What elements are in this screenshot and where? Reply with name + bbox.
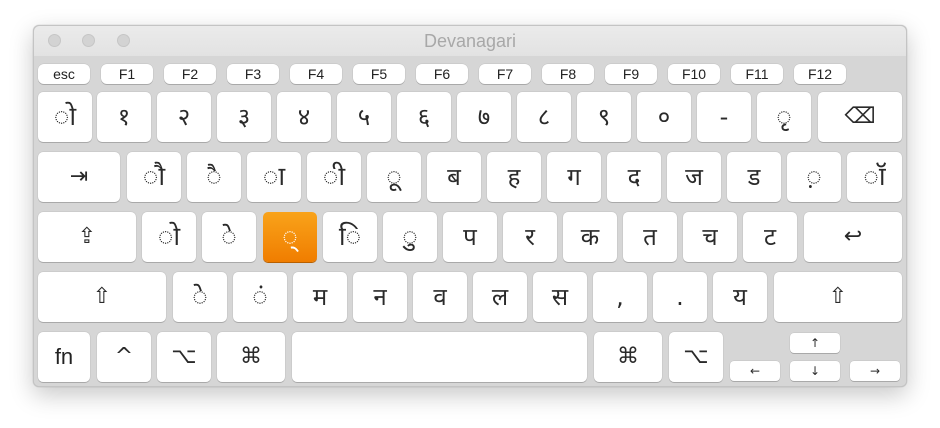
arrow-up-icon: ↑ bbox=[809, 336, 821, 350]
key-au-matra[interactable]: ◌ौ bbox=[127, 152, 181, 202]
key-fn[interactable]: fn bbox=[38, 332, 90, 382]
key-sa[interactable]: स bbox=[533, 272, 587, 322]
return-icon: ↩ bbox=[843, 224, 863, 249]
key-f2[interactable]: F2 bbox=[164, 64, 216, 84]
key-6[interactable]: ६ bbox=[397, 92, 451, 142]
arrow-down-icon: ↓ bbox=[809, 364, 821, 378]
key-f1[interactable]: F1 bbox=[101, 64, 153, 84]
key-ka[interactable]: क bbox=[563, 212, 617, 262]
key-caps-lock[interactable]: ⇪ bbox=[38, 212, 136, 262]
key-command[interactable]: ⌘ bbox=[217, 332, 285, 382]
key-nukta[interactable]: ◌़ bbox=[787, 152, 841, 202]
key-uu-matra[interactable]: ◌ू bbox=[367, 152, 421, 202]
key-5[interactable]: ५ bbox=[337, 92, 391, 142]
key-ja[interactable]: ज bbox=[667, 152, 721, 202]
key-e-matra[interactable]: ◌े bbox=[202, 212, 256, 262]
key-ha[interactable]: ह bbox=[487, 152, 541, 202]
keyboard-viewer-window: Devanagari esc F1 F2 F3 F4 F5 F6 F7 F8 F… bbox=[33, 25, 907, 387]
key-return[interactable]: ↩ bbox=[804, 212, 902, 262]
key-minus[interactable]: - bbox=[697, 92, 751, 142]
key-f7[interactable]: F7 bbox=[479, 64, 531, 84]
delete-icon: ⌫ bbox=[844, 104, 876, 129]
key-ai-matra[interactable]: ◌ै bbox=[187, 152, 241, 202]
key-4[interactable]: ४ bbox=[277, 92, 331, 142]
key-left-shift[interactable]: ⇧ bbox=[38, 272, 166, 322]
key-ii-matra[interactable]: ◌ी bbox=[307, 152, 361, 202]
key-ya[interactable]: य bbox=[713, 272, 767, 322]
key-u-matra[interactable]: ◌ु bbox=[383, 212, 437, 262]
arrow-left-icon: ← bbox=[749, 364, 761, 378]
key-right-shift[interactable]: ⇧ bbox=[774, 272, 902, 322]
key-2[interactable]: २ bbox=[157, 92, 211, 142]
key-f12[interactable]: F12 bbox=[794, 64, 846, 84]
key-ma[interactable]: म bbox=[293, 272, 347, 322]
key-dda[interactable]: ड bbox=[727, 152, 781, 202]
key-na[interactable]: न bbox=[353, 272, 407, 322]
key-virama-highlighted[interactable]: ◌् bbox=[263, 212, 317, 262]
key-f8[interactable]: F8 bbox=[542, 64, 594, 84]
title-bar: Devanagari bbox=[34, 26, 906, 60]
key-pa[interactable]: प bbox=[443, 212, 497, 262]
key-candra-o[interactable]: ◌ॉ bbox=[847, 152, 902, 202]
key-f5[interactable]: F5 bbox=[353, 64, 405, 84]
key-period[interactable]: . bbox=[653, 272, 707, 322]
key-ta[interactable]: त bbox=[623, 212, 677, 262]
shift-icon: ⇧ bbox=[92, 284, 112, 309]
key-va[interactable]: व bbox=[413, 272, 467, 322]
key-f4[interactable]: F4 bbox=[290, 64, 342, 84]
key-ri-matra[interactable]: ◌ृ bbox=[757, 92, 811, 142]
key-la[interactable]: ल bbox=[473, 272, 527, 322]
key-i-matra[interactable]: ◌ि bbox=[323, 212, 377, 262]
window-title: Devanagari bbox=[423, 31, 517, 51]
keyboard: esc F1 F2 F3 F4 F5 F6 F7 F8 F9 F10 F11 F… bbox=[34, 56, 906, 386]
tab-icon: ⇥ bbox=[69, 164, 89, 189]
key-arrow-down[interactable]: ↓ bbox=[790, 361, 840, 381]
key-delete[interactable]: ⌫ bbox=[818, 92, 902, 142]
key-comma[interactable]: , bbox=[593, 272, 647, 322]
key-ca[interactable]: च bbox=[683, 212, 737, 262]
key-ga[interactable]: ग bbox=[547, 152, 601, 202]
key-option[interactable]: ⌥ bbox=[157, 332, 211, 382]
key-space[interactable] bbox=[292, 332, 587, 382]
shift-icon: ⇧ bbox=[828, 284, 848, 309]
key-esc[interactable]: esc bbox=[38, 64, 90, 84]
key-ra[interactable]: र bbox=[503, 212, 557, 262]
key-da[interactable]: द bbox=[607, 152, 661, 202]
key-f6[interactable]: F6 bbox=[416, 64, 468, 84]
key-f10[interactable]: F10 bbox=[668, 64, 720, 84]
key-control[interactable]: ^ bbox=[97, 332, 151, 382]
key-anusvara[interactable]: ◌ं bbox=[233, 272, 287, 322]
key-e-matra-2[interactable]: ◌े bbox=[173, 272, 227, 322]
key-f9[interactable]: F9 bbox=[605, 64, 657, 84]
key-ba[interactable]: ब bbox=[427, 152, 481, 202]
arrow-right-icon: → bbox=[869, 364, 881, 378]
key-o-matra-2[interactable]: ◌ो bbox=[142, 212, 196, 262]
key-arrow-left[interactable]: ← bbox=[730, 361, 780, 381]
key-8[interactable]: ८ bbox=[517, 92, 571, 142]
key-3[interactable]: ३ bbox=[217, 92, 271, 142]
key-right-option[interactable]: ⌥ bbox=[669, 332, 723, 382]
key-right-command[interactable]: ⌘ bbox=[594, 332, 662, 382]
key-tab[interactable]: ⇥ bbox=[38, 152, 120, 202]
key-f3[interactable]: F3 bbox=[227, 64, 279, 84]
key-1[interactable]: १ bbox=[97, 92, 151, 142]
key-aa-matra[interactable]: ◌ा bbox=[247, 152, 301, 202]
key-arrow-right[interactable]: → bbox=[850, 361, 900, 381]
key-9[interactable]: ९ bbox=[577, 92, 631, 142]
key-tta[interactable]: ट bbox=[743, 212, 797, 262]
key-0[interactable]: ० bbox=[637, 92, 691, 142]
caps-lock-icon: ⇪ bbox=[77, 224, 97, 249]
key-7[interactable]: ७ bbox=[457, 92, 511, 142]
key-arrow-up[interactable]: ↑ bbox=[790, 333, 840, 353]
key-f11[interactable]: F11 bbox=[731, 64, 783, 84]
key-o-matra[interactable]: ◌ो bbox=[38, 92, 92, 142]
